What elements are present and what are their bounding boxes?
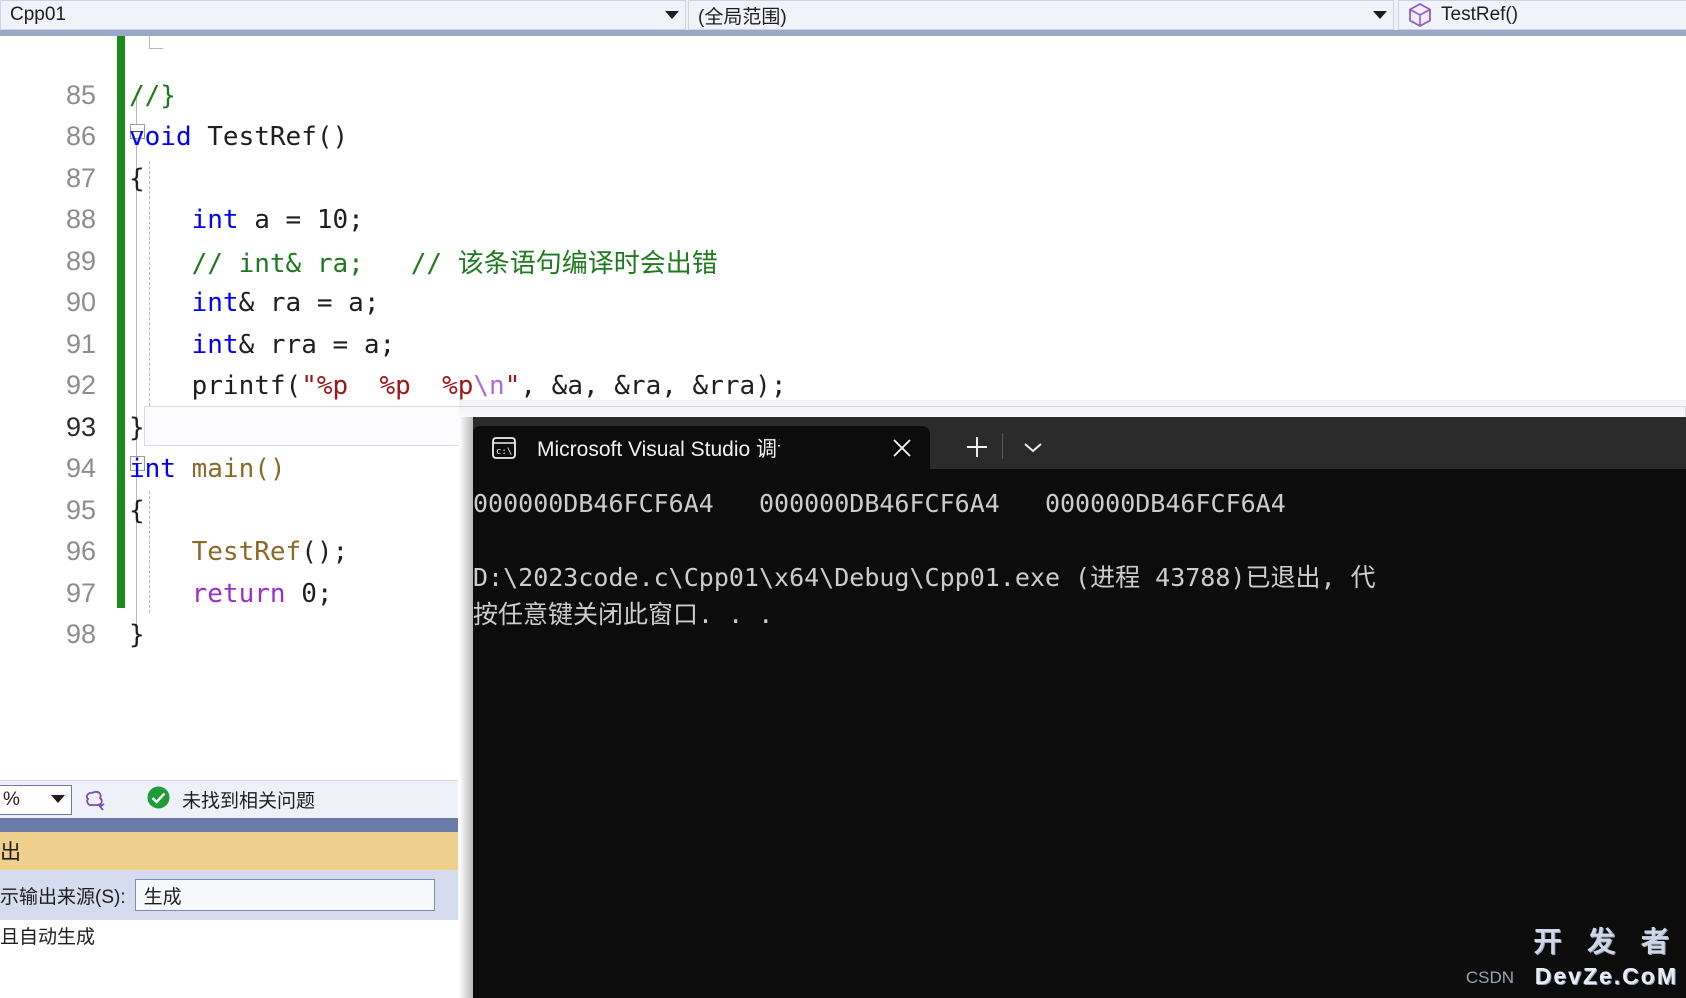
line-number: 88 bbox=[65, 204, 96, 235]
chevron-down-icon[interactable] bbox=[659, 10, 685, 20]
console-titlebar[interactable]: c:\ Microsoft Visual Studio 调试控 bbox=[459, 417, 1686, 469]
output-source-select[interactable]: 生成 bbox=[134, 879, 435, 911]
console-output-line: D:\2023code.c\Cpp01\x64\Debug\Cpp01.exe … bbox=[473, 563, 1376, 592]
line-number: 89 bbox=[65, 246, 96, 277]
code-line-89[interactable]: 89 // int& ra; // 该条语句编译时会出错 bbox=[0, 241, 1686, 283]
fold-guide-end bbox=[149, 48, 163, 49]
code-line-88[interactable]: 88 int a = 10; bbox=[0, 199, 1686, 241]
line-number: 96 bbox=[65, 536, 96, 567]
watermark: 开 发 者 DevZe.CoM bbox=[1533, 920, 1678, 990]
console-tab-title: Microsoft Visual Studio 调试控 bbox=[537, 437, 780, 461]
code-token-comment: // int& ra; // 该条语句编译时会出错 bbox=[191, 249, 718, 280]
watermark-bottom-text: DevZe.CoM bbox=[1534, 963, 1678, 989]
code-token-string: " bbox=[504, 370, 521, 401]
code-token-text: { bbox=[129, 163, 145, 194]
code-line-91[interactable]: 91 int& rra = a; bbox=[0, 324, 1686, 366]
output-panel-body[interactable]: 且自动生成 bbox=[0, 920, 458, 998]
console-output-line: 按任意键关闭此窗口. . . bbox=[473, 600, 774, 629]
code-token-text: & ra = a; bbox=[238, 287, 380, 318]
svg-text:c:\: c:\ bbox=[496, 447, 512, 457]
chevron-down-icon[interactable] bbox=[45, 795, 71, 804]
check-circle-icon bbox=[146, 785, 171, 815]
zoom-level-selector[interactable]: % bbox=[0, 784, 72, 815]
editor-status-bar: % 未找到相关问题 bbox=[0, 780, 458, 818]
tab-separator bbox=[1002, 433, 1003, 459]
console-output[interactable]: 000000DB46FCF6A4 000000DB46FCF6A4 000000… bbox=[459, 469, 1686, 998]
code-token-text: 0; bbox=[285, 578, 333, 609]
code-token-escape: \n bbox=[473, 370, 505, 401]
output-panel-toolbar: 示输出来源(S): 生成 bbox=[0, 870, 458, 920]
code-token-text: TestRef() bbox=[191, 121, 349, 152]
code-token-text: } bbox=[129, 619, 145, 650]
code-token-text: { bbox=[129, 495, 145, 526]
line-number: 92 bbox=[65, 370, 96, 401]
console-window-shadow bbox=[459, 400, 1686, 418]
line-number: 90 bbox=[65, 287, 96, 318]
line-number: 97 bbox=[65, 578, 96, 609]
code-token-keyword: int bbox=[191, 329, 239, 360]
watermark-top-text: 开 发 者 bbox=[1533, 926, 1678, 957]
insights-icon[interactable] bbox=[84, 787, 110, 813]
code-token-text: , &a, &ra, &rra); bbox=[520, 370, 787, 401]
navigation-bar: Cpp01 (全局范围) TestRef() bbox=[0, 0, 1686, 30]
line-number: 94 bbox=[65, 453, 96, 484]
line-number: 85 bbox=[65, 80, 96, 111]
code-token-keyword: int bbox=[191, 204, 239, 235]
code-line-87[interactable]: 87 { bbox=[0, 158, 1686, 200]
code-token-text: (); bbox=[301, 536, 349, 567]
chevron-down-icon[interactable] bbox=[1012, 426, 1054, 468]
close-icon[interactable] bbox=[891, 437, 913, 459]
line-number: 95 bbox=[65, 495, 96, 526]
scope-selector-label: (全局范围) bbox=[698, 6, 787, 28]
console-icon: c:\ bbox=[490, 434, 518, 462]
code-token-control: return bbox=[191, 578, 286, 609]
line-number: 86 bbox=[65, 121, 96, 152]
console-window[interactable]: c:\ Microsoft Visual Studio 调试控 000000DB… bbox=[459, 417, 1686, 998]
code-token-keyword: void bbox=[129, 121, 192, 152]
code-token-comment: //} bbox=[129, 80, 176, 111]
code-token-keyword: int bbox=[129, 453, 176, 484]
code-token-function: TestRef bbox=[191, 536, 302, 567]
console-window-edge bbox=[459, 417, 473, 998]
chevron-down-icon[interactable] bbox=[1367, 10, 1393, 20]
code-line-90[interactable]: 90 int& ra = a; bbox=[0, 282, 1686, 324]
scope-selector[interactable]: (全局范围) bbox=[688, 0, 1394, 30]
code-token-text: } bbox=[129, 412, 145, 443]
code-line-85[interactable]: 85 //} bbox=[0, 75, 1686, 117]
code-token-text: & rra = a; bbox=[238, 329, 396, 360]
project-selector[interactable]: Cpp01 bbox=[0, 0, 686, 30]
code-token-text: a = 10; bbox=[238, 204, 364, 235]
zoom-level-value: % bbox=[3, 788, 20, 810]
problem-status: 未找到相关问题 bbox=[146, 785, 315, 815]
code-line-86[interactable]: 86 void TestRef() bbox=[0, 116, 1686, 158]
output-panel-tab-label: 出 bbox=[0, 841, 21, 864]
console-tab[interactable]: c:\ Microsoft Visual Studio 调试控 bbox=[472, 426, 930, 469]
code-token-string: "%p %p %p bbox=[301, 370, 474, 401]
line-number: 87 bbox=[65, 163, 96, 194]
cube-icon bbox=[1407, 2, 1433, 28]
output-panel-tab[interactable]: 出 bbox=[0, 832, 458, 870]
member-selector-label: TestRef() bbox=[1441, 4, 1519, 25]
code-token-keyword: int bbox=[191, 287, 239, 318]
member-selector[interactable]: TestRef() bbox=[1398, 0, 1686, 30]
output-source-value: 生成 bbox=[143, 886, 182, 908]
watermark-csdn: CSDN bbox=[1465, 968, 1514, 987]
console-output-line: 000000DB46FCF6A4 000000DB46FCF6A4 000000… bbox=[473, 489, 1286, 518]
panel-splitter[interactable] bbox=[0, 818, 458, 832]
output-source-label: 示输出来源(S): bbox=[0, 886, 126, 908]
line-number: 98 bbox=[65, 619, 96, 650]
line-number: 93 bbox=[65, 412, 96, 443]
project-selector-label: Cpp01 bbox=[10, 4, 66, 25]
plus-icon[interactable] bbox=[956, 426, 998, 468]
line-number: 91 bbox=[65, 329, 96, 360]
output-line: 且自动生成 bbox=[0, 927, 96, 948]
problem-status-label: 未找到相关问题 bbox=[182, 791, 316, 812]
code-token-text: printf( bbox=[191, 370, 302, 401]
code-token-function: main() bbox=[175, 453, 286, 484]
